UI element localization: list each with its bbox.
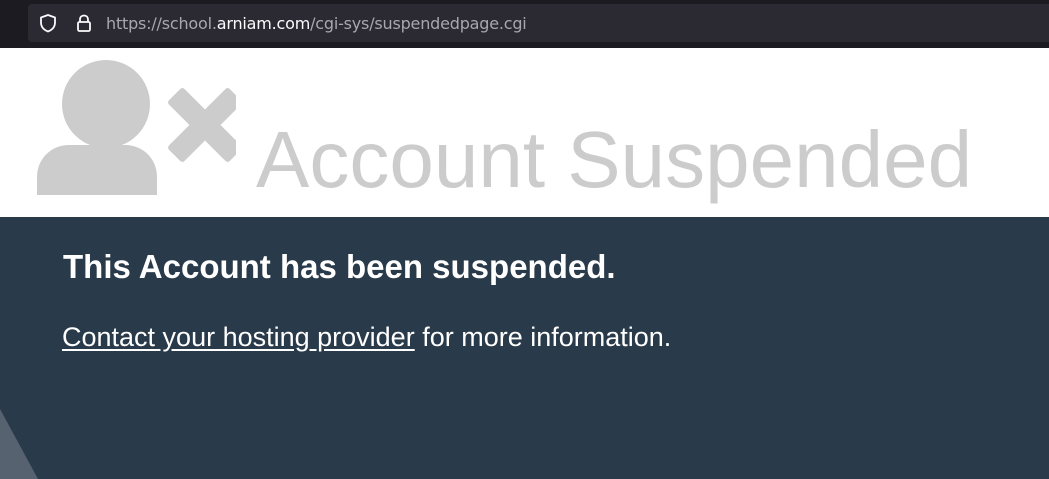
address-bar[interactable]: https://school.arniam.com/cgi-sys/suspen… <box>28 4 1049 42</box>
message-heading: This Account has been suspended. <box>63 248 616 285</box>
url-prefix: https://school. <box>106 14 217 33</box>
message-panel: This Account has been suspended. Contact… <box>0 217 1049 479</box>
message-suffix: for more information. <box>414 322 672 352</box>
lock-icon[interactable] <box>74 13 94 33</box>
url-path: /cgi-sys/suspendedpage.cgi <box>310 14 527 33</box>
browser-toolbar: https://school.arniam.com/cgi-sys/suspen… <box>0 0 1049 48</box>
url-domain: arniam.com <box>216 14 311 33</box>
page-title: Account Suspended <box>256 115 973 204</box>
url-text[interactable]: https://school.arniam.com/cgi-sys/suspen… <box>106 14 527 34</box>
user-remove-icon <box>37 60 236 195</box>
message-line: Contact your hosting provider for more i… <box>62 320 671 354</box>
contact-hosting-link[interactable]: Contact your hosting provider <box>62 322 415 352</box>
decorative-corner <box>0 409 38 479</box>
page-header: Account Suspended <box>0 48 1049 217</box>
shield-icon[interactable] <box>38 13 58 33</box>
